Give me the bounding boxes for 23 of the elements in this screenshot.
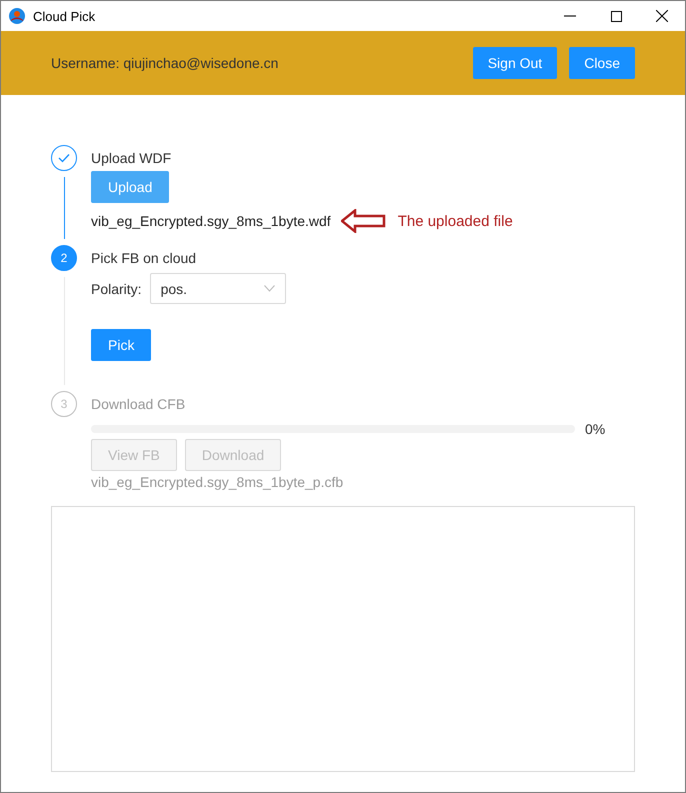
polarity-label: Polarity: — [91, 280, 142, 296]
upload-button[interactable]: Upload — [91, 171, 170, 203]
minimize-icon — [564, 15, 576, 17]
username-text: Username: qiujinchao@wisedone.cn — [51, 55, 280, 71]
app-logo-icon — [9, 8, 25, 24]
step-number: 3 — [51, 391, 77, 417]
pick-button[interactable]: Pick — [91, 329, 152, 361]
close-icon — [656, 10, 668, 22]
step-title: Download CFB — [91, 395, 186, 414]
sign-out-button[interactable]: Sign Out — [472, 47, 558, 79]
arrow-icon — [340, 209, 386, 233]
window-title: Cloud Pick — [33, 8, 96, 24]
polarity-select[interactable]: pos. — [150, 273, 286, 304]
file-name: vib_eg_Encrypted.sgy_8ms_1byte.wdf — [91, 213, 331, 229]
close-button[interactable]: Close — [569, 47, 635, 79]
annotation-text: The uploaded file — [398, 212, 513, 230]
chevron-down-icon — [264, 285, 275, 292]
file-name: vib_eg_Encrypted.sgy_8ms_1byte_p.cfb — [91, 474, 344, 490]
progress-percent: 0% — [585, 421, 606, 437]
step-number: 2 — [51, 245, 77, 271]
step-title: Upload WDF — [91, 149, 172, 168]
step-title: Pick FB on cloud — [91, 249, 196, 268]
maximize-icon — [610, 10, 622, 22]
